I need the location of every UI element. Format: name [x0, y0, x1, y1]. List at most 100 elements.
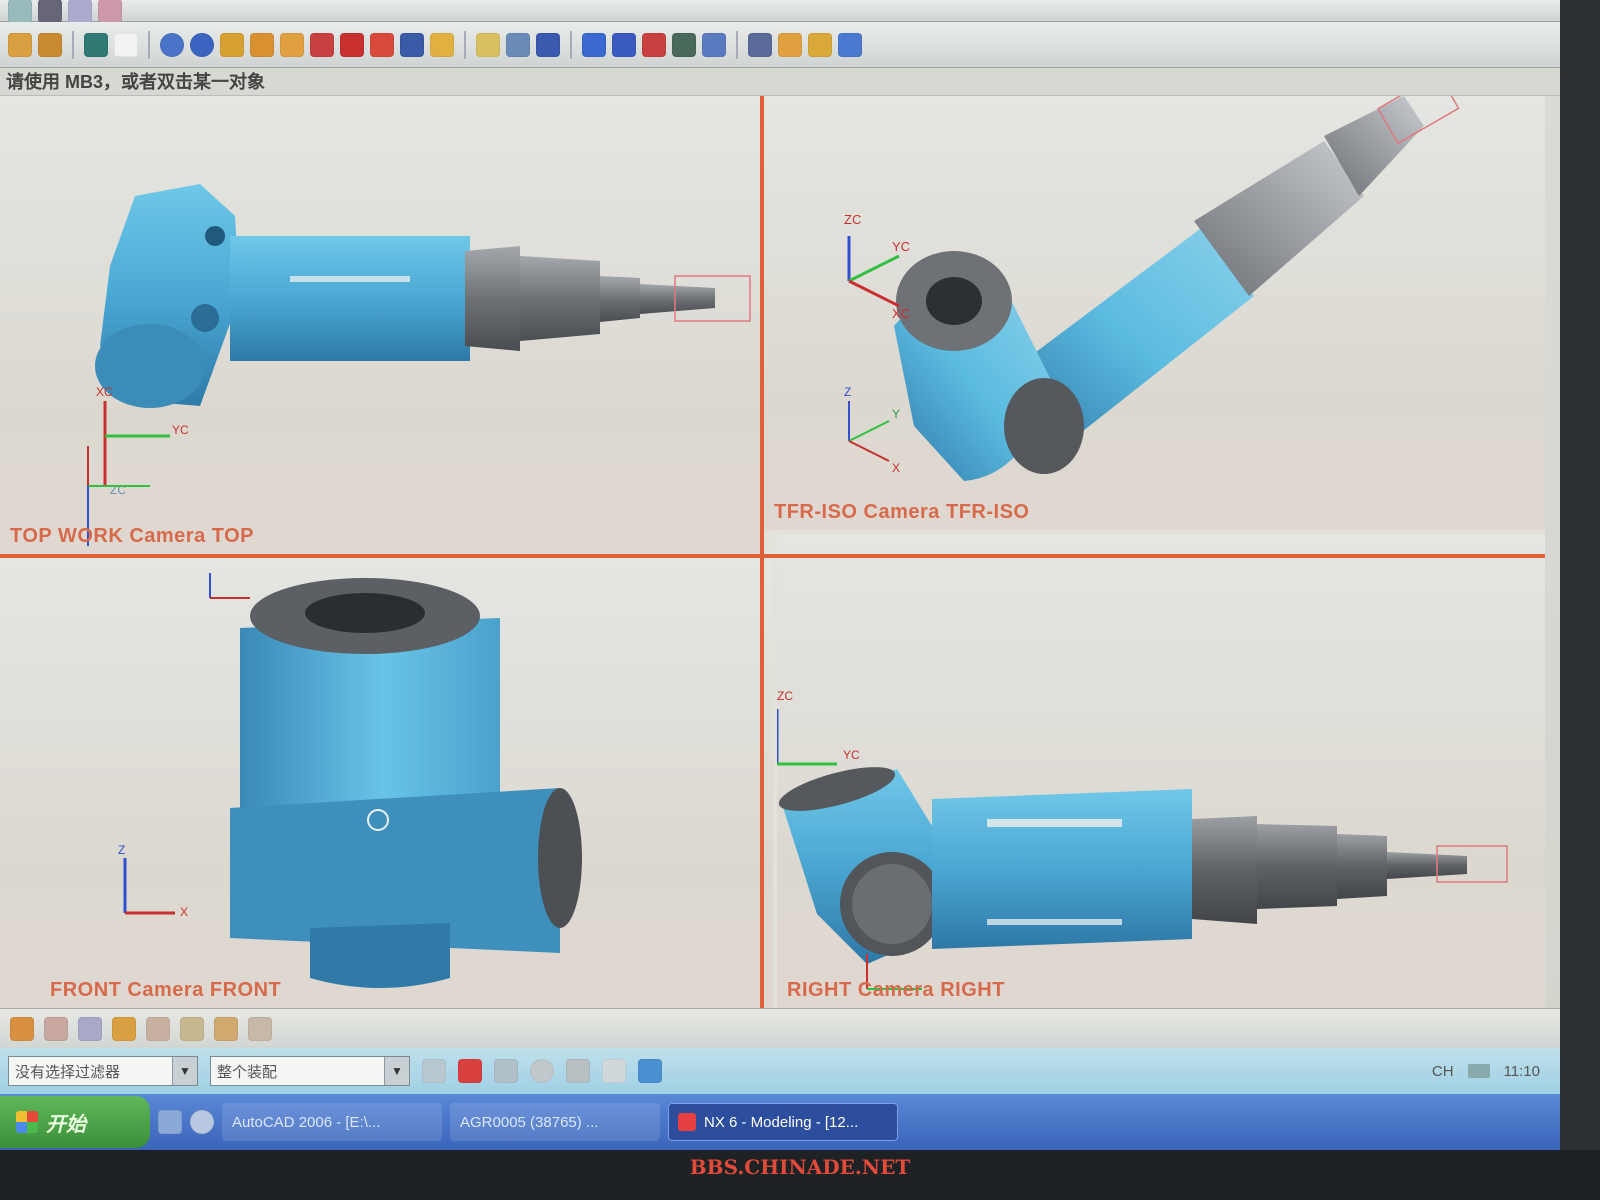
collar-bore — [305, 593, 425, 633]
sphere-icon[interactable] — [190, 32, 214, 57]
taskbar-item-autocad[interactable]: AutoCAD 2006 - [E:\... — [222, 1103, 442, 1141]
graphics-window[interactable]: YC XC ZC TOP WORK Camera TOP ZC YC XC Z … — [0, 96, 1545, 1008]
taskbar-item-label: AGR0005 (38765) ... — [460, 1113, 599, 1131]
curve-icon[interactable] — [78, 1016, 102, 1041]
quick-launch-icon[interactable] — [190, 1110, 214, 1134]
quick-launch-icon[interactable] — [158, 1110, 182, 1134]
select-icon[interactable] — [10, 1016, 34, 1041]
view-icon[interactable] — [702, 32, 726, 57]
tip — [1387, 852, 1467, 879]
selection-bar: 没有选择过滤器 ▼ 整个装配 ▼ CH 11:10 — [0, 1048, 1560, 1094]
separator — [72, 30, 74, 59]
viewport-iso[interactable]: ZC YC XC Z Y X TFR-ISO Camera TFR-ISO — [764, 96, 1545, 530]
block-icon[interactable] — [400, 32, 424, 57]
layer-icon[interactable] — [84, 32, 108, 57]
revolve-icon[interactable] — [250, 32, 274, 57]
axis-xc — [848, 279, 900, 308]
rotate-icon[interactable] — [642, 32, 666, 57]
slot — [987, 819, 1122, 827]
viewport-front[interactable]: Z X FRONT Camera FRONT — [0, 558, 773, 1008]
cue-line: 请使用 MB3，或者双击某一对象 — [0, 68, 1560, 96]
abs-axis-y — [848, 420, 890, 442]
edge-icon[interactable] — [506, 32, 530, 57]
viewport-label: FRONT Camera FRONT — [50, 979, 282, 1001]
color-icon[interactable] — [778, 32, 802, 57]
hole-icon[interactable] — [310, 32, 334, 57]
front-view-model: Z X — [118, 573, 582, 988]
axis-label: Z — [844, 385, 851, 399]
type-filter-select[interactable]: 没有选择过滤器 ▼ — [8, 1056, 198, 1086]
measure-icon[interactable] — [748, 32, 772, 57]
edge-icon[interactable] — [146, 1016, 170, 1041]
scope-select[interactable]: 整个装配 ▼ — [210, 1056, 410, 1086]
sweep-icon[interactable] — [280, 32, 304, 57]
viewport-label: TFR-ISO Camera TFR-ISO — [774, 501, 1030, 523]
cylinder-icon[interactable] — [430, 32, 454, 57]
toolbar-main — [0, 22, 1560, 68]
toolbar-top — [0, 0, 1560, 23]
add-point-icon[interactable] — [458, 1059, 482, 1083]
collet-ring — [1257, 824, 1337, 909]
arc-icon[interactable] — [214, 1016, 238, 1041]
save-icon[interactable] — [38, 0, 62, 23]
toolbar-icon[interactable] — [68, 0, 92, 23]
analysis-icon[interactable] — [672, 32, 696, 57]
viewport-divider-vertical — [760, 96, 764, 1008]
face-icon[interactable] — [112, 1016, 136, 1041]
settings-icon[interactable] — [422, 1059, 446, 1083]
shaft — [1337, 834, 1387, 899]
bolt-hole — [205, 226, 225, 246]
toolbar-icon[interactable] — [98, 0, 122, 23]
type-filter-value: 没有选择过滤器 — [15, 1063, 121, 1081]
view-cube-icon[interactable] — [638, 1059, 662, 1083]
viewport-right[interactable]: ZC YC RIGHT Camera RIGHT — [777, 534, 1545, 1008]
snap-point-icon[interactable] — [44, 1016, 68, 1041]
axis-label: XC — [892, 306, 910, 321]
extrude-icon[interactable] — [220, 32, 244, 57]
orient-icon[interactable] — [8, 32, 32, 57]
viewport-divider-horizontal — [0, 554, 1545, 558]
lasso-icon[interactable] — [566, 1059, 590, 1083]
point-icon[interactable] — [180, 1016, 204, 1041]
separator — [736, 30, 738, 59]
view-top-icon[interactable] — [612, 32, 636, 57]
axis-label: XC — [96, 385, 113, 399]
shaft — [600, 276, 640, 322]
boss-icon[interactable] — [340, 32, 364, 57]
taskbar-item-agr[interactable]: AGR0005 (38765) ... — [450, 1103, 660, 1141]
collet-ring — [520, 256, 600, 341]
start-button[interactable]: 开始 — [0, 1096, 150, 1148]
sphere-select-icon[interactable] — [530, 1059, 554, 1083]
axis-label: Y — [892, 407, 900, 421]
bolt-hole — [191, 304, 219, 332]
axis-label: ZC — [777, 689, 793, 703]
pocket-icon[interactable] — [370, 32, 394, 57]
cooling-grille — [1004, 378, 1084, 474]
scope-value: 整个装配 — [217, 1063, 278, 1081]
tangent-icon[interactable] — [248, 1016, 272, 1041]
base — [310, 923, 450, 988]
axis-label: YC — [172, 423, 189, 437]
shade-icon[interactable] — [476, 32, 500, 57]
snap-icon[interactable] — [38, 32, 62, 57]
taskbar-item-nx[interactable]: NX 6 - Modeling - [12... — [668, 1103, 898, 1141]
rectangle-select-icon[interactable] — [602, 1059, 626, 1083]
sphere-icon[interactable] — [160, 32, 184, 57]
layer-settings-icon[interactable] — [838, 32, 862, 57]
keyboard-icon[interactable] — [1467, 1064, 1490, 1078]
watermark: BBS.CHINADE.NET — [689, 1155, 911, 1179]
view-front-icon[interactable] — [582, 32, 606, 57]
separator — [570, 30, 572, 59]
viewport-top[interactable]: YC XC ZC TOP WORK Camera TOP — [0, 96, 760, 554]
language-indicator[interactable]: CH — [1432, 1063, 1454, 1080]
undo-icon[interactable] — [8, 0, 32, 23]
chevron-down-icon[interactable]: ▼ — [172, 1057, 197, 1085]
new-sheet-icon[interactable] — [114, 32, 138, 57]
chevron-down-icon[interactable]: ▼ — [384, 1057, 409, 1085]
grille-mesh — [852, 864, 932, 944]
link-icon[interactable] — [494, 1059, 518, 1083]
nx-logo-icon — [678, 1113, 696, 1131]
paint-icon[interactable] — [808, 32, 832, 57]
clock[interactable]: 11:10 — [1504, 1063, 1540, 1080]
render-icon[interactable] — [536, 32, 560, 57]
